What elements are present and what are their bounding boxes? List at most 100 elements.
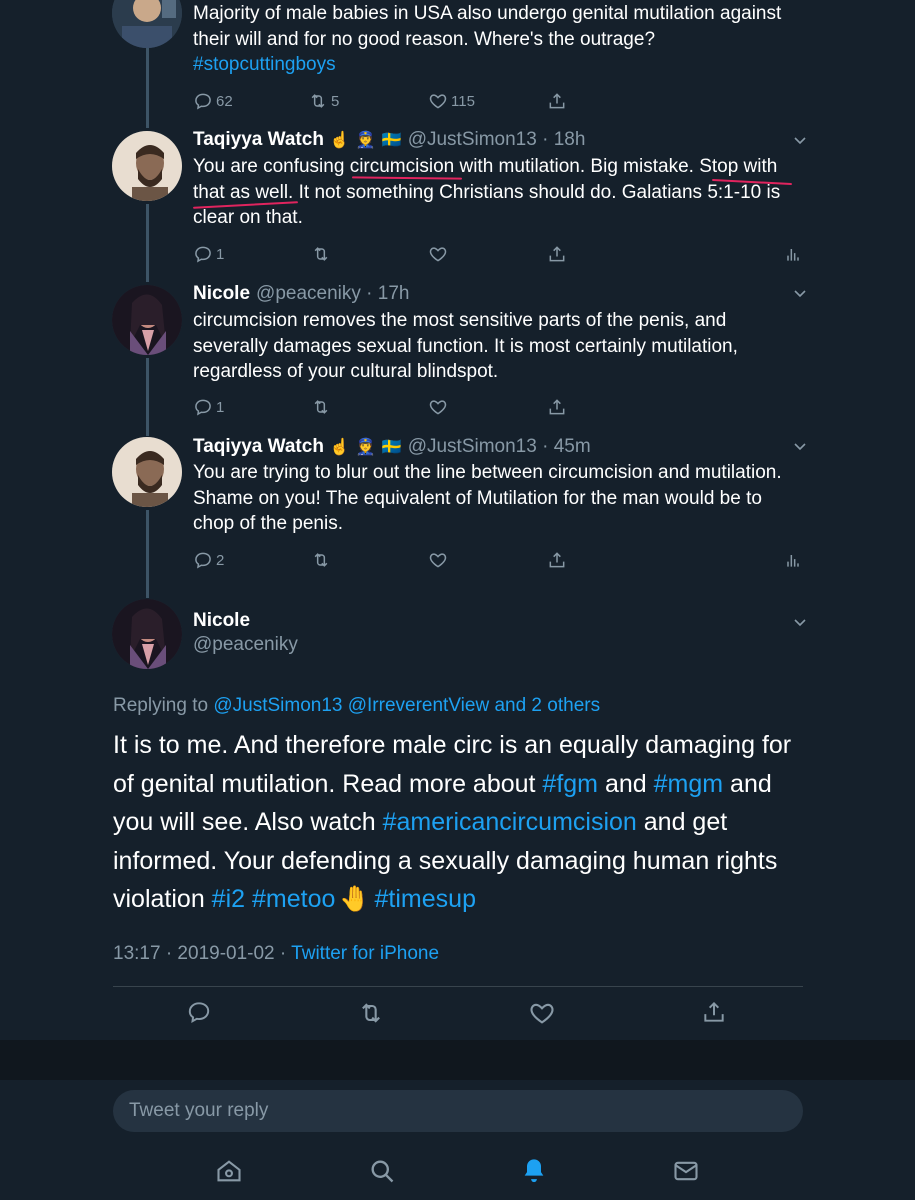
- client-link[interactable]: Twitter for iPhone: [291, 943, 439, 964]
- avatar[interactable]: [112, 599, 182, 669]
- retweet-button[interactable]: [311, 244, 331, 264]
- analytics-icon: [787, 249, 799, 261]
- avatar[interactable]: [112, 131, 182, 201]
- hashtag-link[interactable]: #timesup: [375, 885, 476, 913]
- thread-line: [146, 204, 149, 282]
- share-button[interactable]: [547, 91, 567, 111]
- heart-icon: [429, 553, 447, 568]
- finger-emoji: ☝️: [329, 439, 350, 456]
- share-icon[interactable]: [701, 999, 727, 1025]
- like-button[interactable]: 115: [428, 91, 475, 111]
- home-icon[interactable]: [215, 1157, 243, 1185]
- thread-line: [146, 48, 149, 128]
- tweet-header: Taqiyya Watch ☝️ 👮 🇸🇪 @JustSimon13 · 18h: [193, 129, 585, 151]
- reply-button[interactable]: 1: [193, 244, 224, 264]
- reply-composer[interactable]: [113, 1090, 803, 1132]
- reply-button[interactable]: 62: [193, 91, 233, 111]
- tweet-text: circumcision removes the most sensitive …: [193, 310, 738, 382]
- replying-to-link[interactable]: @JustSimon13 @IrreverentView and 2 other…: [213, 695, 600, 716]
- hashtag-link[interactable]: #metoo: [252, 885, 335, 913]
- display-name[interactable]: Nicole: [193, 283, 250, 305]
- bottom-tab-bar: [0, 1140, 915, 1200]
- heart-icon: [429, 400, 447, 415]
- tweet-header: Nicole @peaceniky · 17h: [193, 283, 409, 305]
- tweet-timestamp: 13:17 · 2019-01-02 · Twitter for iPhone: [113, 943, 440, 964]
- like-button[interactable]: [428, 397, 448, 417]
- sweden-flag-emoji: 🇸🇪: [381, 132, 402, 149]
- tweet-header: Taqiyya Watch ☝️ 👮 🇸🇪 @JustSimon13 · 45m: [193, 436, 591, 458]
- replying-to: Replying to @JustSimon13 @IrreverentView…: [113, 695, 601, 716]
- tweet-text: Majority of male babies in USA also unde…: [193, 1, 803, 78]
- finger-emoji: ☝️: [329, 132, 350, 149]
- share-icon: [549, 399, 565, 415]
- main-tweet-actions: [0, 999, 915, 1027]
- like-button[interactable]: [428, 244, 448, 264]
- chevron-down-icon[interactable]: [793, 287, 807, 301]
- hashtag-link[interactable]: #mgm: [654, 770, 723, 798]
- avatar[interactable]: [112, 285, 182, 355]
- share-button[interactable]: [547, 550, 567, 570]
- hashtag-link[interactable]: #i2: [212, 885, 245, 913]
- notifications-icon[interactable]: [520, 1157, 548, 1185]
- handle-time[interactable]: @JustSimon13 · 18h: [408, 129, 586, 151]
- tweet-actions: 62 5 115: [193, 91, 813, 113]
- analytics-button[interactable]: [783, 550, 803, 570]
- divider: [113, 986, 803, 987]
- chevron-down-icon[interactable]: [793, 134, 807, 148]
- heart-icon[interactable]: [528, 999, 556, 1027]
- share-icon: [549, 552, 565, 568]
- tweet-actions: 1: [193, 397, 813, 419]
- hashtag-link[interactable]: #americancircumcision: [383, 808, 637, 836]
- sweden-flag-emoji: 🇸🇪: [381, 439, 402, 456]
- display-name[interactable]: Taqiyya Watch: [193, 436, 324, 458]
- hashtag-link[interactable]: #stopcuttingboys: [193, 52, 803, 78]
- reply-icon: [195, 246, 211, 263]
- share-icon: [549, 93, 565, 109]
- reply-icon[interactable]: [186, 999, 212, 1025]
- reply-button[interactable]: 2: [193, 550, 224, 570]
- thread-line: [146, 358, 149, 436]
- tweet-actions: 1: [193, 244, 813, 266]
- police-emoji: 👮: [355, 439, 376, 456]
- share-button[interactable]: [547, 397, 567, 417]
- analytics-button[interactable]: [783, 244, 803, 264]
- share-icon: [549, 246, 565, 262]
- tweet-text: You are trying to blur out the line betw…: [193, 462, 782, 534]
- hashtag-link[interactable]: #fgm: [542, 770, 598, 798]
- analytics-icon: [787, 555, 799, 567]
- retweet-icon: [314, 553, 328, 567]
- retweet-icon: [314, 247, 328, 261]
- thread-line: [146, 510, 149, 598]
- search-icon[interactable]: [368, 1157, 396, 1185]
- heart-icon: [429, 94, 447, 109]
- tweet-actions: 2: [193, 550, 813, 572]
- display-name[interactable]: Nicole: [193, 610, 250, 632]
- avatar[interactable]: [112, 0, 182, 48]
- police-emoji: 👮: [355, 132, 376, 149]
- share-button[interactable]: [547, 244, 567, 264]
- retweet-icon: [314, 400, 328, 414]
- handle[interactable]: @peaceniky: [193, 634, 298, 656]
- reply-input[interactable]: [127, 1099, 771, 1123]
- reply-icon: [195, 552, 211, 569]
- handle-time[interactable]: @JustSimon13 · 45m: [408, 436, 591, 458]
- chevron-down-icon[interactable]: [793, 440, 807, 454]
- like-button[interactable]: [428, 550, 448, 570]
- avatar[interactable]: [112, 437, 182, 507]
- reply-button[interactable]: 1: [193, 397, 224, 417]
- raised-hand-emoji: 🤚: [339, 885, 371, 913]
- retweet-button[interactable]: 5: [308, 91, 339, 111]
- retweet-button[interactable]: [311, 550, 331, 570]
- main-tweet-text: It is to me. And therefore male circ is …: [113, 731, 792, 913]
- retweet-icon[interactable]: [357, 999, 385, 1027]
- reply-icon: [195, 93, 211, 110]
- retweet-button[interactable]: [311, 397, 331, 417]
- heart-icon: [429, 247, 447, 262]
- retweet-icon: [311, 94, 325, 108]
- handle-time[interactable]: @peaceniky · 17h: [256, 283, 409, 305]
- section-separator: [0, 1040, 915, 1080]
- chevron-down-icon[interactable]: [793, 616, 807, 630]
- messages-icon[interactable]: [672, 1157, 700, 1185]
- reply-icon: [195, 399, 211, 416]
- display-name[interactable]: Taqiyya Watch: [193, 129, 324, 151]
